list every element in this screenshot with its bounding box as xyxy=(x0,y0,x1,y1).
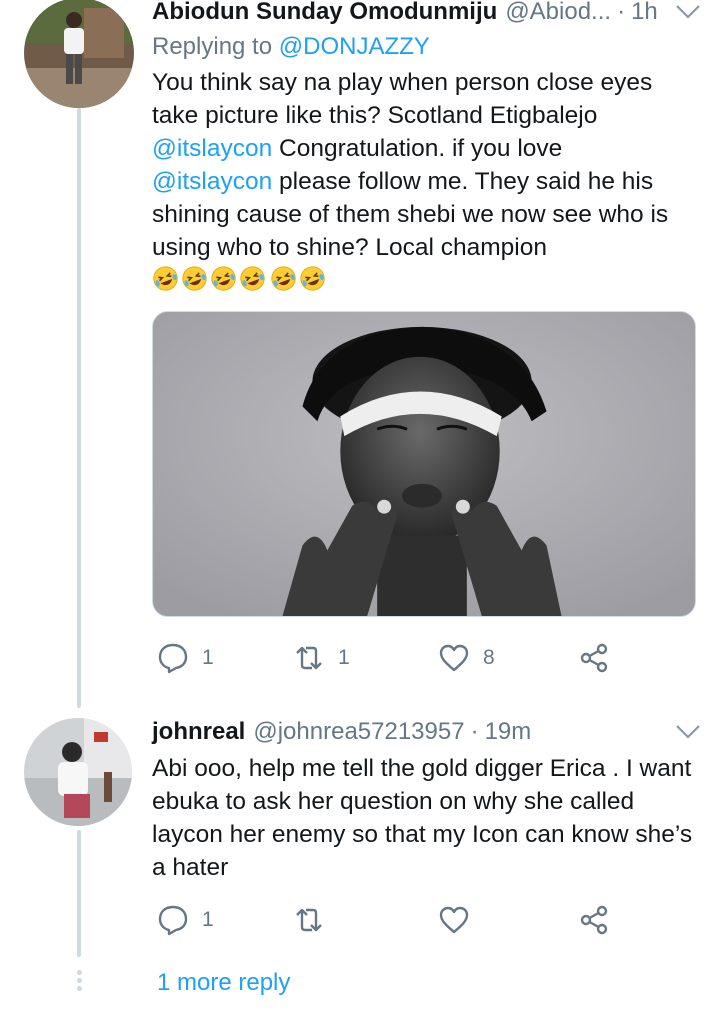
laughing-emoji-icon xyxy=(300,266,325,291)
like-icon xyxy=(439,644,469,672)
display-name[interactable]: Abiodun Sunday Omodunmiju xyxy=(152,0,497,30)
tweet-image[interactable] xyxy=(152,311,696,617)
text-segment: You think say na play when person close … xyxy=(152,69,653,129)
tweet-actions: 1 xyxy=(152,900,622,940)
reply-button[interactable]: 1 xyxy=(156,641,214,675)
tweet[interactable]: Abiodun Sunday Omodunmiju @Abiod... · 1h… xyxy=(152,0,702,298)
retweet-count: 1 xyxy=(338,646,350,669)
laughing-emoji-icon xyxy=(153,266,178,291)
like-button[interactable]: 8 xyxy=(437,641,495,675)
share-button[interactable] xyxy=(577,903,611,937)
tweet-actions: 1 1 8 xyxy=(152,638,622,678)
reply-button[interactable]: 1 xyxy=(156,903,214,937)
tweet-header: johnreal @johnrea57213957 · 19m xyxy=(152,714,702,750)
like-button[interactable] xyxy=(437,903,483,937)
tweet[interactable]: johnreal @johnrea57213957 · 19m Abi ooo,… xyxy=(152,714,702,884)
thread-line xyxy=(77,830,81,957)
tweet-text: Abi ooo, help me tell the gold digger Er… xyxy=(152,755,693,881)
laughing-emoji-icon xyxy=(182,266,207,291)
avatar[interactable] xyxy=(24,0,134,108)
emoji-group xyxy=(152,265,326,298)
like-icon xyxy=(439,906,469,934)
reply-icon xyxy=(158,643,188,674)
more-replies-dots xyxy=(74,970,84,994)
laughing-emoji-icon xyxy=(211,266,236,291)
timestamp[interactable]: 1h xyxy=(631,0,658,30)
laughing-emoji-icon xyxy=(271,266,296,291)
separator: · xyxy=(470,718,479,745)
retweet-button[interactable] xyxy=(292,903,338,937)
text-segment: Congratulation. if you love xyxy=(272,135,563,162)
more-replies-link[interactable]: 1 more reply xyxy=(157,966,290,1000)
user-handle[interactable]: @johnrea57213957 xyxy=(253,714,464,750)
reply-count: 1 xyxy=(202,908,214,931)
mention-link[interactable]: @itslaycon xyxy=(152,168,272,195)
like-count: 8 xyxy=(483,646,495,669)
tweet-header: Abiodun Sunday Omodunmiju @Abiod... · 1h xyxy=(152,0,702,30)
timestamp[interactable]: 19m xyxy=(485,714,532,750)
retweet-button[interactable]: 1 xyxy=(292,641,350,675)
share-button[interactable] xyxy=(577,641,611,675)
avatar[interactable] xyxy=(24,718,132,826)
mention-link[interactable]: @itslaycon xyxy=(152,135,272,162)
share-icon xyxy=(580,643,608,673)
chevron-down-icon[interactable] xyxy=(674,720,702,744)
replying-prefix: Replying to xyxy=(152,33,273,60)
display-name[interactable]: johnreal xyxy=(152,714,245,750)
user-handle[interactable]: @Abiod... xyxy=(505,0,611,30)
share-icon xyxy=(580,905,608,935)
separator: · xyxy=(617,0,626,25)
replying-to: Replying to @DONJAZZY xyxy=(152,30,702,64)
tweet-text: You think say na play when person close … xyxy=(152,66,702,298)
reply-count: 1 xyxy=(202,646,214,669)
chevron-down-icon[interactable] xyxy=(674,0,702,24)
thread-line xyxy=(77,108,81,708)
reply-icon xyxy=(158,905,188,936)
retweet-icon xyxy=(296,908,322,932)
laughing-emoji-icon xyxy=(240,266,265,291)
replying-mention[interactable]: @DONJAZZY xyxy=(279,33,430,60)
retweet-icon xyxy=(296,646,322,670)
